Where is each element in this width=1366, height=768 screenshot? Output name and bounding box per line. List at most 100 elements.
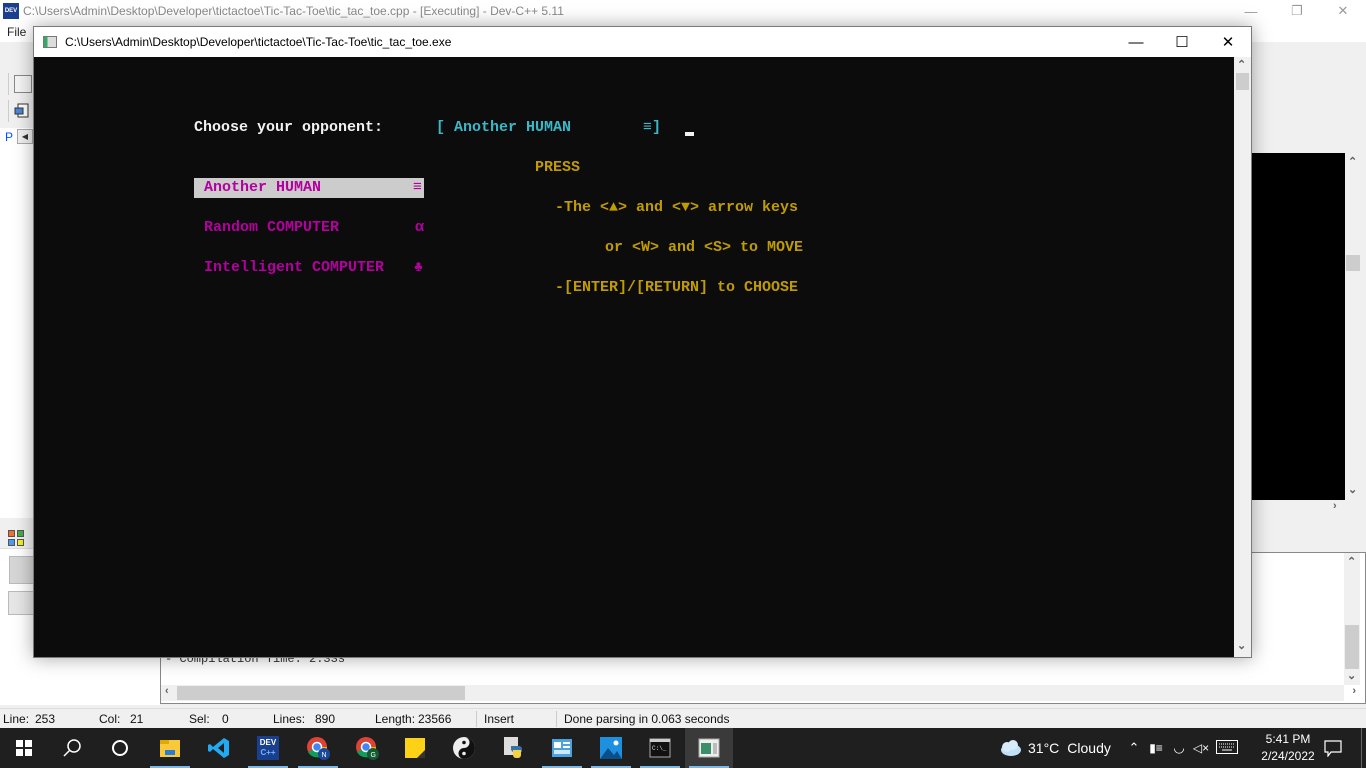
devcpp-logo-icon: DEV <box>3 3 19 19</box>
ide-title-bar[interactable]: DEV C:\Users\Admin\Desktop\Developer\tic… <box>0 0 1366 22</box>
battery-charging-icon[interactable]: ▮≡ <box>1144 741 1168 755</box>
scroll-thumb[interactable] <box>1346 255 1360 271</box>
window-icon-button[interactable] <box>14 102 32 120</box>
status-lines-value: 890 <box>315 712 336 726</box>
clock-time: 5:41 PM <box>1265 732 1311 746</box>
status-separator <box>556 711 557 727</box>
svg-text:N: N <box>322 752 327 759</box>
status-message: Done parsing in 0.063 seconds <box>564 712 730 726</box>
status-sel-value: 0 <box>222 712 229 726</box>
system-tray: ⌃ ▮≡ ◡ ◁× <box>1124 728 1242 768</box>
volume-muted-icon[interactable]: ◁× <box>1190 741 1212 755</box>
option-another-human[interactable]: Another HUMAN <box>204 179 321 197</box>
log-vertical-scrollbar[interactable]: ⌃ ⌄ <box>1344 553 1360 685</box>
taskbar-vscode[interactable] <box>195 728 243 768</box>
scroll-down-icon[interactable]: ⌄ <box>1237 639 1246 652</box>
help-line-arrows: -The <▲> and <▼> arrow keys <box>555 199 799 216</box>
vscode-icon <box>208 738 229 758</box>
svg-text:G: G <box>371 752 376 759</box>
status-col-value: 21 <box>130 712 144 726</box>
cortana-button[interactable] <box>96 728 144 768</box>
chrome-icon: G <box>356 737 379 760</box>
devcpp-icon: DEV C++ <box>257 736 279 760</box>
ide-minimize-button[interactable]: — <box>1228 0 1274 22</box>
weather-desc: Cloudy <box>1067 740 1111 756</box>
console-output[interactable]: Choose your opponent: [ Another HUMAN ≡]… <box>34 57 1234 657</box>
yin-yang-icon <box>453 737 475 759</box>
editor-vertical-scrollbar[interactable]: ⌃ ⌄ <box>1345 153 1361 500</box>
scroll-up-icon[interactable]: ⌃ <box>1347 555 1356 568</box>
console-maximize-button[interactable]: ☐ <box>1159 27 1205 57</box>
console-window-icon <box>698 738 720 758</box>
menu-file[interactable]: File <box>7 25 26 39</box>
taskbar-command-prompt[interactable]: C:\_ <box>636 728 684 768</box>
taskbar-console-window[interactable] <box>685 728 733 768</box>
option-intelligent-computer[interactable]: Intelligent COMPUTER <box>204 259 384 277</box>
taskbar-devcpp[interactable]: DEV C++ <box>244 728 292 768</box>
taskbar-control-panel[interactable] <box>538 728 586 768</box>
start-button[interactable] <box>0 728 48 768</box>
chrome-icon: N <box>307 737 330 760</box>
ide-restore-button[interactable]: ❐ <box>1274 0 1320 22</box>
keyboard-icon[interactable] <box>1212 739 1242 757</box>
taskbar-sticky-notes[interactable] <box>391 728 439 768</box>
status-lines-label: Lines: <box>273 712 306 726</box>
scroll-thumb[interactable] <box>177 686 465 700</box>
toolbar-separator <box>8 100 10 122</box>
console-minimize-button[interactable]: — <box>1113 27 1159 57</box>
console-window[interactable]: C:\Users\Admin\Desktop\Developer\tictact… <box>33 26 1252 658</box>
notifications-button[interactable] <box>1322 728 1344 768</box>
taskbar-chrome-g[interactable]: G <box>343 728 391 768</box>
taskbar-chrome-n[interactable]: N <box>294 728 342 768</box>
show-desktop-button[interactable] <box>1361 728 1362 768</box>
current-selection-display: [ Another HUMAN ≡] <box>436 119 662 136</box>
status-line-label: Line: <box>3 712 30 726</box>
scroll-up-icon[interactable]: ⌃ <box>1348 155 1357 168</box>
svg-text:C:\_: C:\_ <box>652 745 667 752</box>
terminal-icon: C:\_ <box>649 738 671 758</box>
taskbar-file-explorer[interactable] <box>146 728 194 768</box>
windows-logo-icon <box>16 740 32 756</box>
status-length-label: Length: <box>375 712 416 726</box>
log-horizontal-scrollbar[interactable]: ‹ › <box>161 685 1356 701</box>
clock[interactable]: 5:41 PM 2/24/2022 <box>1258 728 1318 768</box>
taskbar-python[interactable] <box>489 728 537 768</box>
help-line-ws: or <W> and <S> to MOVE <box>605 239 804 256</box>
ide-close-button[interactable]: ✕ <box>1320 0 1366 22</box>
scroll-thumb[interactable] <box>1236 73 1249 90</box>
taskbar-yin-yang-app[interactable] <box>440 728 488 768</box>
cloud-icon <box>1001 740 1021 756</box>
sticky-notes-icon <box>405 738 425 758</box>
project-tab[interactable]: P <box>5 130 13 144</box>
editor-horizontal-scrollbar[interactable]: › <box>1251 500 1361 516</box>
console-title-bar[interactable]: C:\Users\Admin\Desktop\Developer\tictact… <box>34 27 1251 57</box>
scroll-right-icon[interactable]: › <box>1333 500 1337 512</box>
wifi-icon[interactable]: ◡ <box>1168 740 1190 756</box>
window-icon <box>14 103 29 118</box>
show-hidden-icons-chevron-icon[interactable]: ⌃ <box>1124 740 1144 756</box>
weather-widget[interactable]: 31°C Cloudy <box>998 728 1111 768</box>
new-file-button[interactable] <box>14 75 32 93</box>
search-button[interactable] <box>48 728 96 768</box>
scroll-left-icon[interactable]: ‹ <box>165 685 169 697</box>
status-separator <box>476 711 477 727</box>
taskbar-photos[interactable] <box>587 728 635 768</box>
scroll-up-icon[interactable]: ⌃ <box>1237 58 1246 71</box>
notification-icon <box>1324 739 1342 757</box>
scroll-down-icon[interactable]: ⌄ <box>1347 669 1356 682</box>
weather-temp: 31°C <box>1028 740 1060 756</box>
scroll-down-icon[interactable]: ⌄ <box>1348 483 1357 496</box>
console-vertical-scrollbar[interactable]: ⌃ ⌄ <box>1234 57 1251 657</box>
option-random-computer[interactable]: Random COMPUTER <box>204 219 339 237</box>
scroll-thumb[interactable] <box>1345 625 1359 669</box>
status-bar: Line: 253 Col: 21 Sel: 0 Lines: 890 Leng… <box>0 708 1366 728</box>
tab-scroll-left-button[interactable]: ◀ <box>17 129 33 144</box>
status-insert-mode: Insert <box>484 712 515 726</box>
scroll-right-icon[interactable]: › <box>1352 685 1356 697</box>
toolbar-separator <box>8 73 10 95</box>
search-icon <box>63 739 81 757</box>
python-icon <box>504 737 522 758</box>
alpha-symbol-icon: α <box>415 219 425 236</box>
photos-icon <box>600 737 622 759</box>
console-close-button[interactable]: ✕ <box>1205 27 1251 57</box>
